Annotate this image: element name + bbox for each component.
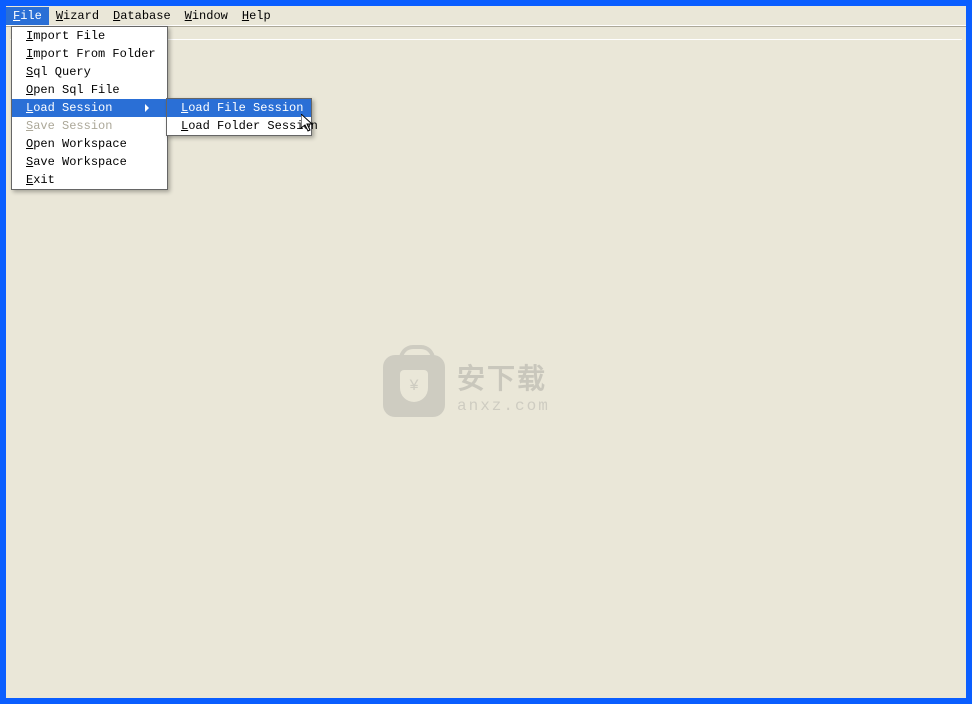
menu-window[interactable]: Window xyxy=(178,7,235,25)
menuitem-load-file-session-label: Load File Session xyxy=(181,101,303,115)
watermark: ¥ 安下载 anxz.com xyxy=(383,355,550,417)
menu-wizard-label: Wizard xyxy=(56,9,99,23)
menuitem-exit[interactable]: Exit xyxy=(12,171,167,189)
menu-database-label: Database xyxy=(113,9,171,23)
watermark-bag-icon: ¥ xyxy=(383,355,445,417)
menuitem-open-workspace-label: Open Workspace xyxy=(26,137,127,151)
watermark-text: 安下载 anxz.com xyxy=(457,357,550,415)
menuitem-import-file-label: Import File xyxy=(26,29,105,43)
menu-window-label: Window xyxy=(185,9,228,23)
menuitem-load-session[interactable]: Load Session xyxy=(12,99,167,117)
menuitem-sql-query-label: Sql Query xyxy=(26,65,91,79)
menuitem-open-workspace[interactable]: Open Workspace xyxy=(12,135,167,153)
menuitem-sql-query[interactable]: Sql Query xyxy=(12,63,167,81)
menuitem-save-session-label: Save Session xyxy=(26,119,112,133)
menuitem-load-file-session[interactable]: Load File Session xyxy=(167,99,311,117)
menu-file-label: File xyxy=(13,9,42,23)
watermark-cn: 安下载 xyxy=(457,357,550,397)
menu-file[interactable]: File xyxy=(6,7,49,25)
menu-help-label: Help xyxy=(242,9,271,23)
menuitem-open-sql-file[interactable]: Open Sql File xyxy=(12,81,167,99)
menuitem-load-folder-session[interactable]: Load Folder Session xyxy=(167,117,311,135)
menuitem-open-sql-file-label: Open Sql File xyxy=(26,83,120,97)
watermark-en: anxz.com xyxy=(457,397,550,415)
window-frame: File Wizard Database Window Help ¥ 安下载 a… xyxy=(2,2,970,702)
menubar: File Wizard Database Window Help xyxy=(6,6,966,26)
file-dropdown: Import File Import From Folder Sql Query… xyxy=(11,26,168,190)
menu-database[interactable]: Database xyxy=(106,7,178,25)
menuitem-import-folder-label: Import From Folder xyxy=(26,47,156,61)
menuitem-exit-label: Exit xyxy=(26,173,55,187)
menuitem-save-session: Save Session xyxy=(12,117,167,135)
menu-help[interactable]: Help xyxy=(235,7,278,25)
menuitem-save-workspace-label: Save Workspace xyxy=(26,155,127,169)
menuitem-load-session-label: Load Session xyxy=(26,101,112,115)
watermark-shield-icon: ¥ xyxy=(400,370,428,402)
load-session-submenu: Load File Session Load Folder Session xyxy=(166,98,312,136)
menu-wizard[interactable]: Wizard xyxy=(49,7,106,25)
menuitem-import-folder[interactable]: Import From Folder xyxy=(12,45,167,63)
chevron-right-icon xyxy=(145,104,149,112)
menuitem-save-workspace[interactable]: Save Workspace xyxy=(12,153,167,171)
menuitem-import-file[interactable]: Import File xyxy=(12,27,167,45)
menuitem-load-folder-session-label: Load Folder Session xyxy=(181,119,318,133)
